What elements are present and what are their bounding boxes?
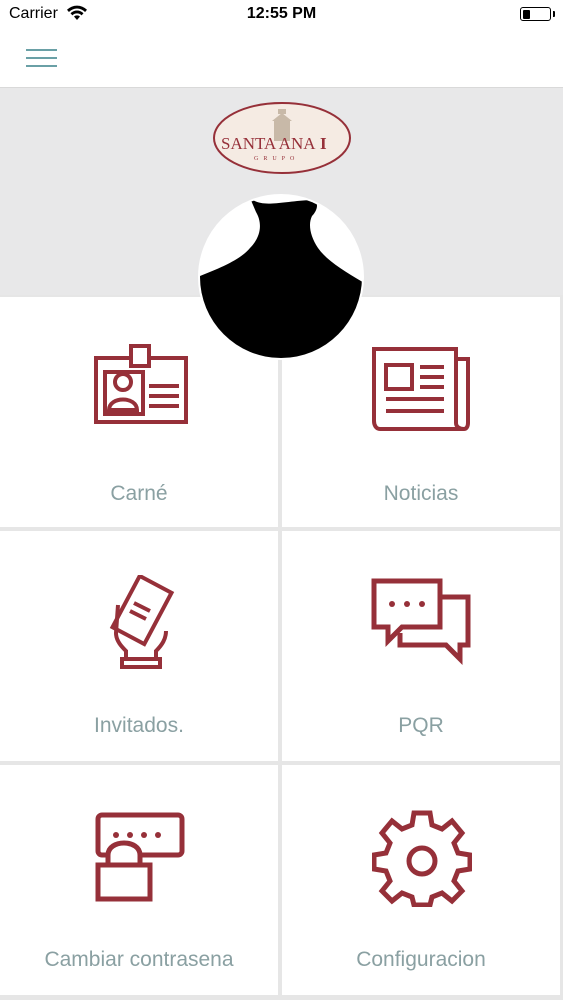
user-avatar[interactable] [198,194,364,360]
battery-icon [520,7,551,21]
tile-label-configuracion: Configuracion [356,948,486,971]
logo-subtext: GRUPO [254,156,299,162]
tile-label-cambiar-contrasena: Cambiar contrasena [44,948,234,971]
chat-bubbles-icon [371,578,471,666]
newspaper-icon [372,347,470,431]
gear-icon [372,810,472,907]
logo-suffix: I [320,134,327,153]
menu-tile-pqr[interactable]: PQR [282,531,560,761]
menu-tile-invitados[interactable]: Invitados. [0,531,278,761]
hamburger-menu-icon[interactable] [26,47,58,69]
tile-label-pqr: PQR [398,714,444,737]
santa-ana-logo: SANTA ANA I GRUPO [213,102,351,174]
user-silhouette-icon [200,198,362,358]
menu-tile-cambiar-contrasena[interactable]: Cambiar contrasena [0,765,278,995]
clock: 12:55 PM [246,5,317,22]
tile-label-carne: Carné [110,482,168,505]
id-badge-icon [94,344,188,424]
tile-label-invitados: Invitados. [94,714,184,737]
tile-label-noticias: Noticias [383,482,459,505]
status-bar: Carrier 12:55 PM [0,0,563,30]
logo-text: SANTA ANA [221,134,316,153]
battery-tip [553,11,555,17]
menu-grid: Carné Noticias Invitados. PQR Cambiar co… [0,295,563,1000]
nav-bar [0,30,563,88]
menu-tile-configuracion[interactable]: Configuracion [282,765,560,995]
password-lock-icon [95,812,185,902]
hand-ticket-icon [109,575,175,669]
